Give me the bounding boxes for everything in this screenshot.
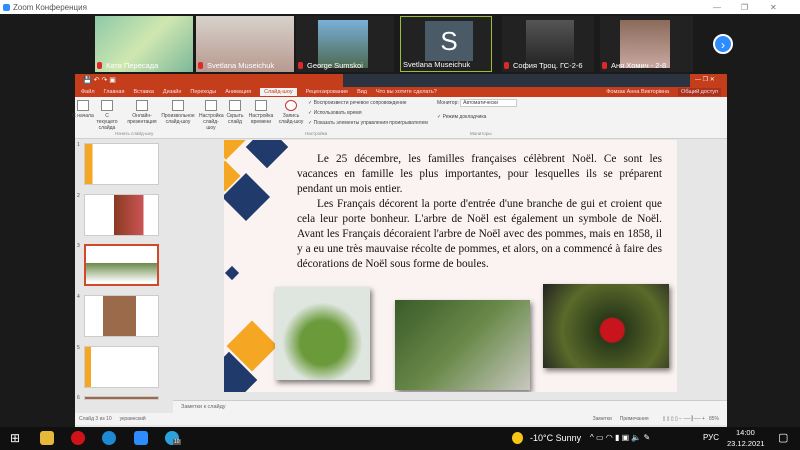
checkbox-timings[interactable]: ✓ Использовать время: [308, 110, 362, 116]
ppt-title-bar: 💾 ↶ ↷ ▣ — ❐ ✕: [75, 74, 727, 87]
weather-text[interactable]: -10°C Sunny: [530, 433, 581, 443]
tab-transitions[interactable]: Переходы: [190, 89, 216, 95]
slide-thumbnails-pane: 1 2 3 4 5 6: [75, 140, 173, 401]
participant-tile[interactable]: Аня Хомич - 2-8: [600, 16, 693, 72]
participant-tile[interactable]: George Sumskoi: [296, 16, 394, 72]
participant-name: Svetlana Museichuk: [207, 61, 275, 70]
monitor-select[interactable]: Монитор: Автоматически: [437, 99, 518, 107]
user-name: Фомзак Анна Викторівна: [606, 89, 670, 95]
online-present-button[interactable]: Онлайн-презентация: [127, 100, 157, 125]
edge-icon[interactable]: [102, 431, 116, 445]
participant-tile[interactable]: София Троц. ГС-2-6: [502, 16, 594, 72]
mistletoe-photo: [275, 287, 370, 380]
muted-mic-icon: [504, 62, 509, 69]
avatar: S: [425, 21, 473, 61]
minimize-button[interactable]: —: [713, 3, 721, 12]
unread-badge: 10: [173, 439, 181, 445]
tab-animations[interactable]: Анимация: [225, 89, 251, 95]
slide-thumbnail[interactable]: [84, 194, 159, 236]
quick-access-toolbar[interactable]: 💾 ↶ ↷ ▣: [83, 76, 116, 84]
screen-share-overlay: [343, 74, 690, 87]
powerpoint-window: 💾 ↶ ↷ ▣ — ❐ ✕ Файл Главная Вставка Дизай…: [72, 74, 727, 427]
notes-toggle[interactable]: Заметки: [593, 416, 612, 422]
setup-show-button[interactable]: Настройка слайд-шоу: [199, 100, 224, 131]
group-label: Мониторы: [470, 131, 492, 136]
tab-slideshow[interactable]: Слайд-шоу: [260, 88, 297, 96]
slide-counter: Слайд 3 из 10: [79, 416, 112, 422]
telegram-icon[interactable]: 10: [165, 431, 181, 445]
zoom-title-bar: Zoom Конференция — ❐ ✕: [0, 0, 800, 14]
weather-sun-icon: [512, 432, 523, 444]
slide-thumbnail-selected[interactable]: [84, 244, 159, 286]
custom-show-button[interactable]: Произвольное слайд-шоу: [161, 100, 195, 125]
clock-time[interactable]: 14:00: [736, 428, 755, 437]
muted-mic-icon: [602, 62, 607, 69]
record-show-button[interactable]: Запись слайд-шоу: [277, 100, 305, 125]
participant-tile[interactable]: Svetlana Museichuk: [196, 16, 294, 72]
slide-canvas[interactable]: Le 25 décembre, les familles françaises …: [224, 140, 677, 392]
participant-name: София Троц. ГС-2-6: [513, 61, 583, 70]
input-language[interactable]: РУС: [703, 433, 719, 442]
participant-name: George Sumskoi: [307, 61, 363, 70]
from-current-button[interactable]: С текущего слайда: [95, 100, 119, 131]
tab-view[interactable]: Вид: [357, 89, 367, 95]
muted-mic-icon: [298, 62, 303, 69]
share-button[interactable]: Общий доступ: [678, 88, 721, 96]
zoom-slider[interactable]: ▯ ▯ ▯ ▯ − ──┃── +: [663, 416, 705, 422]
tab-insert[interactable]: Вставка: [133, 89, 153, 95]
decor-diamond: [245, 140, 289, 169]
participant-tile-active-speaker[interactable]: S Svetlana Museichuk: [400, 16, 492, 72]
tab-file[interactable]: Файл: [81, 89, 95, 95]
slide-thumbnail[interactable]: [84, 346, 159, 388]
participant-name: Катя Пересада: [106, 61, 159, 70]
checkbox-media-controls[interactable]: ✓ Показать элементы управления проигрыва…: [308, 120, 428, 126]
checkbox-narration[interactable]: ✓ Воспроизвести речевое сопровождение: [308, 100, 407, 106]
participant-name: Аня Хомич - 2-8: [611, 61, 667, 70]
clock-date[interactable]: 23.12.2021: [727, 439, 765, 448]
notifications-icon[interactable]: ▢: [778, 431, 788, 444]
next-page-button[interactable]: ›: [713, 34, 733, 54]
language-indicator[interactable]: украинский: [120, 416, 146, 422]
from-beginning-button[interactable]: С начала: [71, 100, 95, 119]
muted-mic-icon: [198, 62, 203, 69]
slide-thumbnail[interactable]: [84, 396, 159, 400]
zoom-logo-icon: [3, 3, 10, 11]
tab-design[interactable]: Дизайн: [163, 89, 182, 95]
close-button[interactable]: ✕: [770, 3, 777, 12]
maximize-button[interactable]: ❐: [741, 3, 748, 12]
tab-review[interactable]: Рецензирование: [306, 89, 348, 95]
christmas-tree-photo: [395, 300, 530, 390]
windows-taskbar: ⊞ 10 -10°C Sunny ^ ▭ ◠ ▮ ▣ 🔈 ✎ РУС 14:00…: [0, 427, 800, 450]
tell-me-search[interactable]: Что вы хотите сделать?: [376, 89, 437, 95]
slide-thumbnail[interactable]: [84, 143, 159, 185]
status-bar: Слайд 3 из 10 украинский Заметки Примеча…: [75, 413, 727, 425]
checkbox-presenter-view[interactable]: ✓ Режим докладчика: [437, 114, 486, 120]
ribbon: С начала С текущего слайда Онлайн-презен…: [72, 97, 727, 139]
decor-diamond: [224, 140, 246, 160]
zoom-app-icon[interactable]: [134, 431, 148, 445]
video-gallery: Катя Пересада Svetlana Museichuk George …: [0, 14, 800, 74]
notes-pane[interactable]: Заметки к слайду: [173, 400, 727, 413]
group-label: Начать слайд-шоу: [115, 131, 154, 136]
hide-slide-button[interactable]: Скрыть слайд: [223, 100, 247, 125]
file-explorer-icon[interactable]: [40, 431, 54, 445]
zoom-level[interactable]: 85%: [709, 416, 719, 422]
slide-text: Le 25 décembre, les familles françaises …: [297, 153, 662, 270]
ribbon-tabs: Файл Главная Вставка Дизайн Переходы Ани…: [75, 87, 727, 97]
opera-icon[interactable]: [71, 431, 85, 445]
window-controls[interactable]: — ❐ ✕: [695, 76, 715, 83]
rehearse-timings-button[interactable]: Настройка времени: [247, 100, 275, 125]
window-title: Zoom Конференция: [13, 2, 87, 12]
slide-thumbnail[interactable]: [84, 295, 159, 337]
system-tray-icons[interactable]: ^ ▭ ◠ ▮ ▣ 🔈 ✎: [590, 433, 650, 442]
group-label: Настройка: [305, 131, 328, 136]
tab-home[interactable]: Главная: [104, 89, 125, 95]
comments-toggle[interactable]: Примечания: [620, 416, 649, 422]
windows-start-icon[interactable]: ⊞: [10, 431, 20, 445]
decor-diamond: [224, 265, 240, 281]
red-ornament-photo: [543, 284, 669, 368]
participant-tile[interactable]: Катя Пересада: [95, 16, 193, 72]
muted-mic-icon: [97, 62, 102, 69]
participant-name: Svetlana Museichuk: [403, 60, 471, 69]
